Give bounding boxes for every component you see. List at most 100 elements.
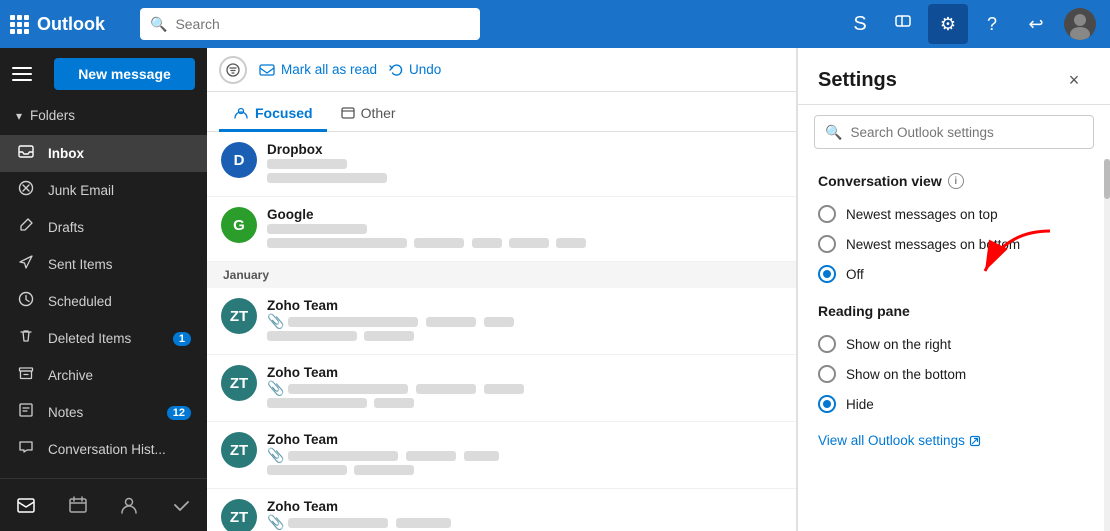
teams-icon-btn[interactable] bbox=[884, 4, 924, 44]
sidebar-item-deleted[interactable]: Deleted Items 1 bbox=[0, 320, 207, 357]
settings-search-icon: 🔍 bbox=[825, 124, 842, 141]
settings-search[interactable]: 🔍 bbox=[814, 115, 1094, 149]
checkmark-bottom-icon[interactable] bbox=[163, 487, 199, 523]
settings-icon-btn[interactable]: ⚙ bbox=[928, 4, 968, 44]
email-item-dropbox[interactable]: D Dropbox bbox=[207, 132, 796, 197]
conversation-view-title: Conversation view i bbox=[818, 173, 1090, 189]
search-icon: 🔍 bbox=[150, 16, 167, 33]
email-item-zoho-1[interactable]: ZT Zoho Team 📎 bbox=[207, 288, 796, 355]
notes-badge: 12 bbox=[167, 406, 191, 420]
radio-label-hide: Hide bbox=[846, 397, 874, 412]
new-message-button[interactable]: New message bbox=[54, 58, 195, 90]
mark-all-read-button[interactable]: Mark all as read bbox=[259, 62, 377, 78]
other-tab-label: Other bbox=[361, 105, 396, 121]
email-sender: Google bbox=[267, 207, 772, 222]
settings-header: Settings × bbox=[798, 48, 1110, 105]
feedback-icon: ↩ bbox=[1028, 14, 1043, 35]
attachment-icon: 📎 bbox=[267, 447, 284, 464]
app-logo: Outlook bbox=[10, 14, 130, 35]
email-subject bbox=[267, 157, 772, 172]
email-item-zoho-2[interactable]: ZT Zoho Team 📎 bbox=[207, 355, 796, 422]
radio-show-bottom[interactable]: Show on the bottom bbox=[818, 359, 1090, 389]
sidebar-item-drafts[interactable]: Drafts bbox=[0, 209, 207, 246]
sidebar-item-inbox[interactable]: Inbox bbox=[0, 135, 207, 172]
skype-icon: S bbox=[853, 13, 866, 36]
email-sender: Zoho Team bbox=[267, 298, 772, 313]
email-list-toolbar: Mark all as read Undo bbox=[207, 48, 796, 92]
skype-icon-btn[interactable]: S bbox=[840, 4, 880, 44]
radio-circle-hide bbox=[818, 395, 836, 413]
attachment-icon: 📎 bbox=[267, 514, 284, 531]
sidebar-nav: Inbox Junk Email Drafts Sent Items bbox=[0, 131, 207, 472]
calendar-bottom-icon[interactable] bbox=[60, 487, 96, 523]
scheduled-label: Scheduled bbox=[48, 294, 112, 309]
hamburger-button[interactable] bbox=[12, 58, 44, 90]
drafts-icon bbox=[16, 217, 36, 238]
radio-label-newest-top: Newest messages on top bbox=[846, 207, 998, 222]
email-group-january: January bbox=[207, 262, 796, 288]
tab-other[interactable]: Other bbox=[327, 97, 410, 132]
email-avatar-zoho-1: ZT bbox=[221, 298, 257, 334]
undo-button[interactable]: Undo bbox=[389, 62, 441, 78]
radio-circle-show-bottom bbox=[818, 365, 836, 383]
search-bar[interactable]: 🔍 bbox=[140, 8, 480, 40]
sidebar-item-conversation[interactable]: Conversation Hist... bbox=[0, 431, 207, 468]
radio-newest-top[interactable]: Newest messages on top bbox=[818, 199, 1090, 229]
feedback-icon-btn[interactable]: ↩ bbox=[1016, 4, 1056, 44]
people-bottom-icon[interactable] bbox=[111, 487, 147, 523]
email-sender: Zoho Team bbox=[267, 365, 772, 380]
email-item-zoho-3[interactable]: ZT Zoho Team 📎 bbox=[207, 422, 796, 489]
email-preview bbox=[267, 397, 772, 411]
info-icon[interactable]: i bbox=[948, 173, 964, 189]
conversation-icon bbox=[16, 439, 36, 460]
settings-search-input[interactable] bbox=[850, 125, 1083, 140]
radio-newest-bottom[interactable]: Newest messages on bottom bbox=[818, 229, 1090, 259]
archive-icon bbox=[16, 365, 36, 386]
email-tabs: Focused Other bbox=[207, 92, 796, 132]
radio-show-right[interactable]: Show on the right bbox=[818, 329, 1090, 359]
email-avatar-dropbox: D bbox=[221, 142, 257, 178]
sidebar-item-sent[interactable]: Sent Items bbox=[0, 246, 207, 283]
email-content-zoho-1: Zoho Team 📎 bbox=[267, 298, 772, 344]
sidebar-item-junk[interactable]: Junk Email bbox=[0, 172, 207, 209]
notes-icon bbox=[16, 402, 36, 423]
email-preview bbox=[267, 330, 772, 344]
sidebar-item-archive[interactable]: Archive bbox=[0, 357, 207, 394]
reading-pane-section: Reading pane Show on the right Show on t… bbox=[818, 303, 1090, 419]
folders-label: Folders bbox=[30, 108, 75, 123]
email-item-google[interactable]: G Google bbox=[207, 197, 796, 262]
sidebar-item-notes[interactable]: Notes 12 bbox=[0, 394, 207, 431]
sidebar-item-scheduled[interactable]: Scheduled bbox=[0, 283, 207, 320]
undo-label: Undo bbox=[409, 62, 441, 77]
inbox-label: Inbox bbox=[48, 146, 84, 161]
mark-all-label: Mark all as read bbox=[281, 62, 377, 77]
folders-header[interactable]: ▾ Folders bbox=[0, 100, 207, 131]
settings-close-button[interactable]: × bbox=[1058, 64, 1090, 96]
view-all-settings-link[interactable]: View all Outlook settings bbox=[818, 433, 1090, 448]
mail-bottom-icon[interactable] bbox=[8, 487, 44, 523]
view-all-label: View all Outlook settings bbox=[818, 433, 965, 448]
archive-label: Archive bbox=[48, 368, 93, 383]
reading-pane-title: Reading pane bbox=[818, 303, 1090, 319]
settings-icon: ⚙ bbox=[940, 14, 956, 35]
sidebar-toolbar: New message bbox=[0, 48, 207, 100]
email-preview bbox=[267, 172, 772, 186]
avatar-btn[interactable] bbox=[1060, 4, 1100, 44]
deleted-label: Deleted Items bbox=[48, 331, 131, 346]
search-input[interactable] bbox=[175, 16, 470, 32]
radio-circle-off bbox=[818, 265, 836, 283]
radio-hide[interactable]: Hide bbox=[818, 389, 1090, 419]
scrollbar-thumb[interactable] bbox=[1104, 159, 1110, 199]
chevron-down-icon: ▾ bbox=[16, 109, 22, 123]
email-preview bbox=[267, 464, 772, 478]
email-item-zoho-4[interactable]: ZT Zoho Team 📎 bbox=[207, 489, 796, 531]
help-icon-btn[interactable]: ? bbox=[972, 4, 1012, 44]
tab-focused[interactable]: Focused bbox=[219, 97, 327, 132]
app-name: Outlook bbox=[37, 14, 105, 35]
filter-button[interactable] bbox=[219, 56, 247, 84]
email-avatar-zoho-2: ZT bbox=[221, 365, 257, 401]
radio-off[interactable]: Off bbox=[818, 259, 1090, 289]
topbar: Outlook 🔍 S ⚙ ? ↩ bbox=[0, 0, 1110, 48]
grid-icon bbox=[10, 15, 29, 34]
email-avatar-zoho-3: ZT bbox=[221, 432, 257, 468]
